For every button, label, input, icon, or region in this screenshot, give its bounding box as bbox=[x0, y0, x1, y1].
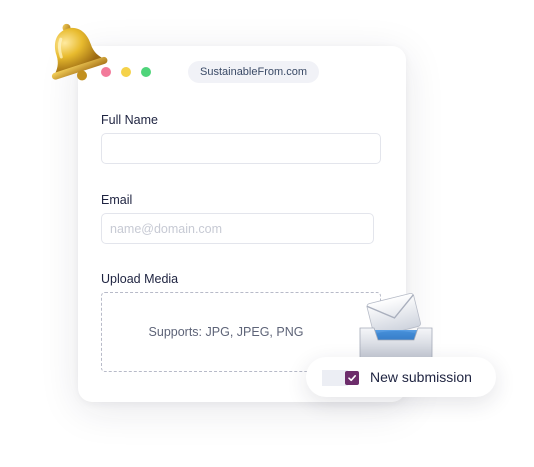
address-bar[interactable]: SustainableFrom.com bbox=[188, 61, 319, 83]
check-icon[interactable] bbox=[345, 371, 359, 385]
toast-message: New submission bbox=[370, 369, 472, 385]
mailbox-icon bbox=[359, 292, 433, 365]
stage: SustainableFrom.com Full Name Email Uplo… bbox=[0, 0, 534, 467]
upload-hint: Supports: JPG, JPEG, PNG bbox=[148, 325, 304, 339]
email-input[interactable] bbox=[101, 213, 374, 244]
full-name-input[interactable] bbox=[101, 133, 381, 164]
email-label: Email bbox=[101, 193, 133, 207]
bell-icon bbox=[51, 23, 108, 81]
upload-media-label: Upload Media bbox=[101, 272, 179, 286]
full-name-label: Full Name bbox=[101, 113, 158, 127]
new-submission-toast[interactable]: New submission bbox=[306, 357, 496, 397]
window-minimize-dot[interactable] bbox=[121, 67, 131, 77]
window-maximize-dot[interactable] bbox=[141, 67, 151, 77]
